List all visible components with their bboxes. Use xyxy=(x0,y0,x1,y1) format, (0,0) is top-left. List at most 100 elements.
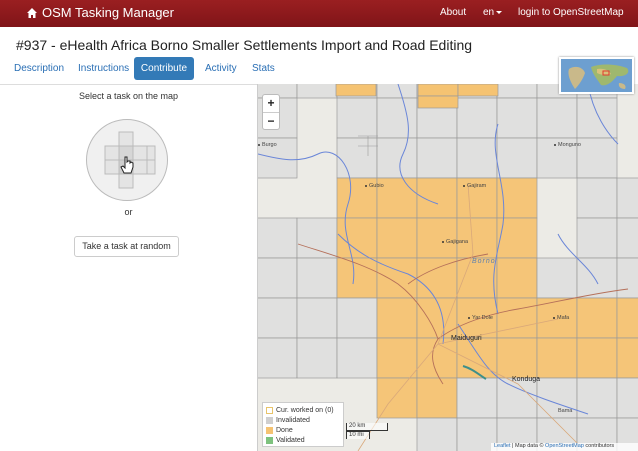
task-cell[interactable] xyxy=(416,297,458,339)
task-cell[interactable] xyxy=(496,257,538,299)
task-cell[interactable] xyxy=(496,137,538,179)
task-cell[interactable] xyxy=(576,137,618,179)
task-cell[interactable] xyxy=(336,97,378,139)
task-map[interactable]: Burgo Monguno Gubio Gajiram Gajigana Bor… xyxy=(257,84,638,451)
task-cell[interactable] xyxy=(496,337,538,379)
zoom-control: + − xyxy=(262,94,280,130)
task-cell[interactable] xyxy=(376,217,418,259)
task-cell[interactable] xyxy=(258,217,298,259)
task-cell[interactable] xyxy=(416,137,458,179)
task-cell[interactable] xyxy=(536,337,578,379)
take-random-task-button[interactable]: Take a task at random xyxy=(74,236,179,257)
task-cell[interactable] xyxy=(296,217,338,259)
task-cell[interactable] xyxy=(296,337,338,379)
scale-mi: 10 mi xyxy=(346,431,370,439)
task-cell[interactable] xyxy=(336,337,378,379)
map-canvas[interactable] xyxy=(258,84,638,451)
legend-swatch xyxy=(266,426,273,434)
task-cell[interactable] xyxy=(496,377,538,419)
task-cell[interactable] xyxy=(417,84,459,97)
place-label: Burgo xyxy=(258,142,277,148)
tab-activity[interactable]: Activity xyxy=(205,57,237,80)
task-cell[interactable] xyxy=(258,297,298,339)
world-map-icon xyxy=(561,59,632,92)
task-cell[interactable] xyxy=(496,297,538,339)
task-cell[interactable] xyxy=(376,297,418,339)
home-icon xyxy=(27,7,37,18)
about-link[interactable]: About xyxy=(440,7,466,18)
tab-instructions[interactable]: Instructions xyxy=(78,57,129,80)
legend-label: Cur. worked on (0) xyxy=(276,406,334,414)
task-cell[interactable] xyxy=(496,84,538,99)
task-cell[interactable] xyxy=(296,84,338,99)
task-cell[interactable] xyxy=(576,177,618,219)
language-dropdown[interactable]: en xyxy=(483,7,503,18)
place-label: Gajiram xyxy=(463,183,486,189)
place-label: Gajigana xyxy=(442,239,468,245)
task-cell[interactable] xyxy=(336,297,378,339)
place-label: Maiduguri xyxy=(451,335,482,342)
task-cell[interactable] xyxy=(376,97,418,139)
task-cell[interactable] xyxy=(616,217,638,259)
task-cell[interactable] xyxy=(576,337,618,379)
legend-label: Done xyxy=(276,426,293,434)
task-cell[interactable] xyxy=(496,97,538,139)
task-cell[interactable] xyxy=(376,137,418,179)
place-label: Mafa xyxy=(553,315,569,321)
tab-contribute[interactable]: Contribute xyxy=(134,57,194,80)
tab-description[interactable]: Description xyxy=(14,57,64,80)
task-cell[interactable] xyxy=(416,417,458,451)
task-cell[interactable] xyxy=(296,257,338,299)
leaflet-link[interactable]: Leaflet xyxy=(494,443,511,449)
map-attribution: Leaflet | Map data © OpenStreetMap contr… xyxy=(491,443,638,451)
attribution-text: | Map data © xyxy=(510,443,546,449)
legend-item: Cur. worked on (0) xyxy=(266,405,340,415)
task-cell[interactable] xyxy=(456,97,498,139)
zoom-out-button[interactable]: − xyxy=(263,112,279,129)
task-cell[interactable] xyxy=(417,95,459,109)
task-cell[interactable] xyxy=(456,137,498,179)
task-cell[interactable] xyxy=(456,217,498,259)
task-cell[interactable] xyxy=(336,137,378,179)
legend-item: Invalidated xyxy=(266,415,340,425)
task-cell[interactable] xyxy=(416,257,458,299)
minimap[interactable] xyxy=(559,57,634,94)
task-cell[interactable] xyxy=(456,377,498,419)
task-cell[interactable] xyxy=(576,217,618,259)
task-cell[interactable] xyxy=(616,297,638,339)
brand-label: OSM Tasking Manager xyxy=(42,5,174,20)
task-cell[interactable] xyxy=(576,297,618,339)
task-cell[interactable] xyxy=(258,257,298,299)
place-label: Gubio xyxy=(365,183,384,189)
task-cell[interactable] xyxy=(376,84,418,99)
place-label: Yar Dole xyxy=(468,315,493,321)
task-cell[interactable] xyxy=(616,177,638,219)
or-separator: or xyxy=(124,207,133,217)
task-cell[interactable] xyxy=(296,297,338,339)
task-cell[interactable] xyxy=(457,84,499,97)
task-cell[interactable] xyxy=(616,257,638,299)
task-grid-illustration xyxy=(86,119,168,201)
task-cell[interactable] xyxy=(258,337,298,379)
tab-stats[interactable]: Stats xyxy=(252,57,275,80)
task-cell[interactable] xyxy=(416,217,458,259)
place-label: Konduga xyxy=(512,376,541,383)
task-cell[interactable] xyxy=(416,337,458,379)
task-cell[interactable] xyxy=(616,337,638,379)
task-cell[interactable] xyxy=(536,97,578,139)
task-cell[interactable] xyxy=(616,377,638,419)
task-cell[interactable] xyxy=(376,337,418,379)
task-cell[interactable] xyxy=(416,377,458,419)
place-label: Monguno xyxy=(554,142,581,148)
zoom-in-button[interactable]: + xyxy=(263,95,279,112)
task-cell[interactable] xyxy=(335,84,377,97)
task-cell[interactable] xyxy=(336,217,378,259)
attribution-tail: contributors xyxy=(583,443,615,449)
brand-link[interactable]: OSM Tasking Manager xyxy=(26,5,174,20)
task-cell[interactable] xyxy=(576,97,618,139)
task-cell[interactable] xyxy=(536,257,578,299)
osm-link[interactable]: OpenStreetMap xyxy=(545,443,584,449)
select-task-hint: Select a task on the map xyxy=(78,91,179,101)
login-link[interactable]: login to OpenStreetMap xyxy=(518,7,624,18)
map-scale: 20 km 10 mi xyxy=(346,423,388,439)
